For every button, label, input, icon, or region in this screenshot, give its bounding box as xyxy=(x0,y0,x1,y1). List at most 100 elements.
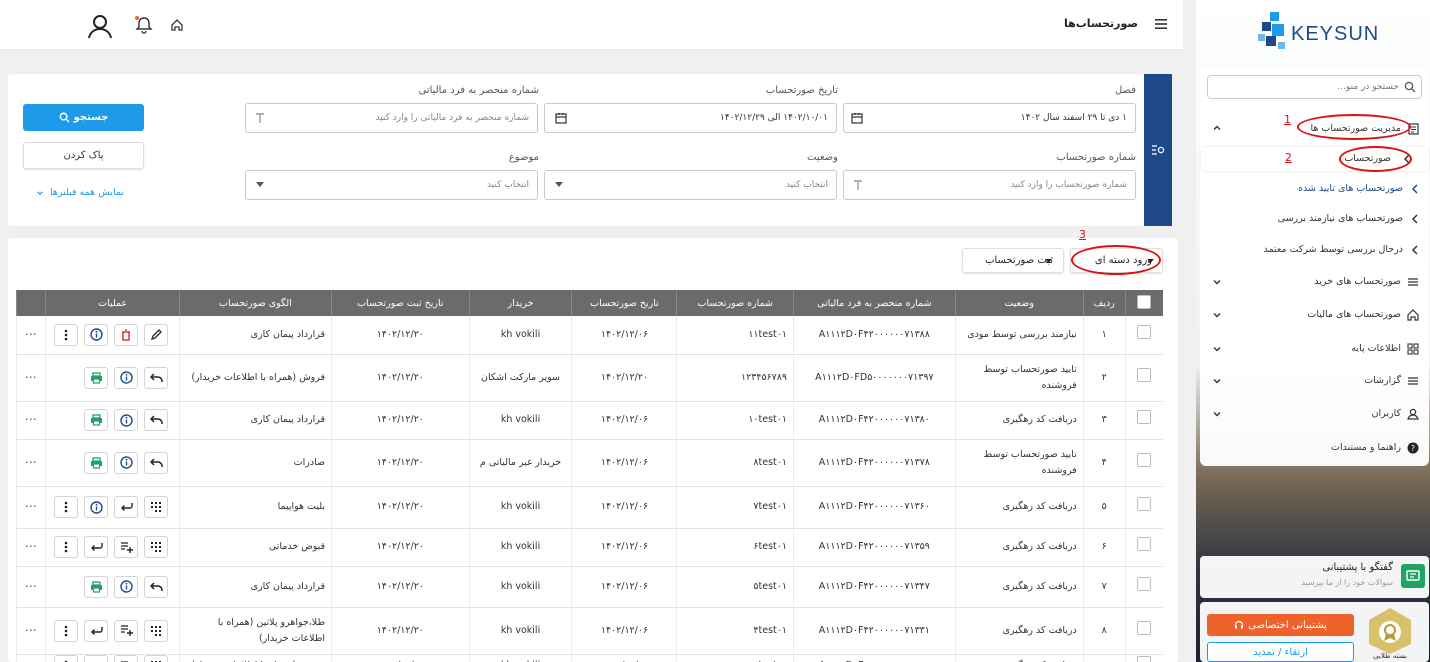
row-checkbox[interactable] xyxy=(1137,324,1152,339)
sidebar-item-base-info[interactable]: اطلاعات پایه xyxy=(1208,338,1423,360)
row-more-menu[interactable]: ⋯ xyxy=(15,439,46,487)
table-row[interactable]: ۴ تایید صورتحساب توسط فروشنده A۱۱۱۲D۰F۴۲۰۰… xyxy=(15,439,1163,487)
notification-bell-icon[interactable] xyxy=(134,15,154,35)
row-select-cell[interactable] xyxy=(1124,401,1163,440)
row-more-menu[interactable]: ⋯ xyxy=(15,566,46,608)
undo-button[interactable] xyxy=(144,409,169,431)
menu-search-input[interactable]: جستجو در منو... xyxy=(1207,75,1422,99)
sidebar-item-approved[interactable]: صورتحساب های تایید شده xyxy=(1208,178,1423,200)
undo-button[interactable] xyxy=(144,575,169,598)
table-row[interactable]: ۱ نیازمند بررسی توسط مودی A۱۱۱۲D۰F۴۲۰۰۰۰۰۰… xyxy=(15,316,1163,355)
qr-code-button[interactable] xyxy=(144,619,169,642)
row-checkbox[interactable] xyxy=(1137,576,1152,591)
sidebar-item-purchase-invoices[interactable]: صورتحساب های خرید xyxy=(1208,271,1423,293)
register-invoice-button[interactable]: ثبت صورتحساب xyxy=(962,248,1064,273)
row-checkbox[interactable] xyxy=(1137,452,1152,467)
more-vert-button[interactable] xyxy=(54,536,79,558)
info-button[interactable] xyxy=(84,496,109,518)
row-more-menu[interactable]: ⋯ xyxy=(15,654,46,662)
support-chat-card[interactable]: گفتگو با پشتیبانی سوالات خود را از ما بپ… xyxy=(1200,556,1429,598)
home-icon[interactable] xyxy=(170,18,184,32)
more-vert-button[interactable] xyxy=(54,496,79,518)
undo-button[interactable] xyxy=(144,451,169,474)
info-button[interactable] xyxy=(84,323,109,346)
date-range-input[interactable]: ۱۴۰۲/۱۰/۰۱ الی ۱۴۰۲/۱۲/۲۹ xyxy=(544,103,837,133)
sidebar-item-trusted-review[interactable]: درحال بررسی توسط شرکت معتمد xyxy=(1208,239,1423,261)
sidebar-item-reports[interactable]: گزارشات xyxy=(1208,370,1423,392)
table-row[interactable]: ۵ دریافت کد رهگیری A۱۱۱۲D۰F۴۲۰۰۰۰۰۰۷۱۳۶۰ ۷t… xyxy=(15,486,1163,529)
row-select-cell[interactable] xyxy=(1124,486,1163,529)
menu-toggle-icon[interactable] xyxy=(1154,17,1168,31)
row-select-cell[interactable] xyxy=(1124,607,1163,655)
table-row[interactable]: ۶ دریافت کد رهگیری A۱۱۱۲D۰F۴۲۰۰۰۰۰۰۷۱۳۵۹ ۶t… xyxy=(15,528,1163,567)
row-more-menu[interactable]: ⋯ xyxy=(15,607,46,655)
table-row[interactable]: ۸ دریافت کد رهگیری A۱۱۱۲D۰F۴۲۰۰۰۰۰۰۷۱۳۳۱ ۴t… xyxy=(15,607,1163,655)
row-select-cell[interactable] xyxy=(1124,439,1163,487)
undo-button[interactable] xyxy=(144,366,169,389)
empty-slot xyxy=(54,366,79,389)
row-checkbox[interactable] xyxy=(1137,410,1152,424)
season-select[interactable]: ۱ دی تا ۲۹ اسفند سال ۱۴۰۲ xyxy=(843,103,1136,133)
row-checkbox[interactable] xyxy=(1137,620,1152,635)
return-button[interactable] xyxy=(84,619,109,642)
row-select-cell[interactable] xyxy=(1124,528,1163,567)
select-all-checkbox[interactable] xyxy=(1137,294,1152,309)
show-all-filters-link[interactable]: نمایش همه فیلترها xyxy=(36,187,124,198)
edit-button[interactable] xyxy=(144,323,169,346)
row-more-menu[interactable]: ⋯ xyxy=(15,528,46,567)
print-button[interactable] xyxy=(84,451,109,474)
search-button[interactable]: جستجو xyxy=(23,104,144,131)
table-row[interactable]: ۹دریافت کد رهگیریA۱۱۱۲D۰F۴۲۰۰۰۰۰۰۷۱۳۲۲۳t… xyxy=(15,654,1163,662)
more-vert-button[interactable] xyxy=(54,655,79,662)
status-select[interactable]: انتخاب کنید xyxy=(544,170,837,200)
more-vert-button[interactable] xyxy=(54,619,79,642)
delete-button[interactable] xyxy=(114,323,139,346)
qr-code-button[interactable] xyxy=(144,655,169,662)
sidebar-item-users[interactable]: کاربران xyxy=(1208,403,1423,425)
table-row[interactable]: ۷ دریافت کد رهگیری A۱۱۱۲D۰F۴۲۰۰۰۰۰۰۷۱۳۴۷ ۵t… xyxy=(15,566,1163,608)
row-select-cell[interactable] xyxy=(1124,354,1163,402)
info-button[interactable] xyxy=(114,409,139,431)
table-row[interactable]: ۳ دریافت کد رهگیری A۱۱۱۲D۰F۴۲۰۰۰۰۰۰۷۱۳۸۰ ۱۰… xyxy=(15,401,1163,440)
row-checkbox[interactable] xyxy=(1137,367,1152,382)
user-icon[interactable] xyxy=(87,13,113,39)
row-more-menu[interactable]: ⋯ xyxy=(15,316,46,355)
filter-tab[interactable] xyxy=(1144,74,1172,226)
clear-button[interactable]: پاک کردن xyxy=(23,142,144,169)
return-button[interactable] xyxy=(114,496,139,518)
qr-code-button[interactable] xyxy=(144,496,169,518)
subject-select[interactable]: انتخاب کنید xyxy=(245,170,538,200)
add-document-button[interactable] xyxy=(114,536,139,558)
operations-cell xyxy=(45,354,180,402)
row-checkbox[interactable] xyxy=(1137,656,1152,662)
info-button[interactable] xyxy=(114,451,139,474)
add-document-button[interactable] xyxy=(114,655,139,662)
table-row[interactable]: ۲ تایید صورتحساب توسط فروشنده A۱۱۱۲D۰FD۵۰۰… xyxy=(15,354,1163,402)
premium-support-button[interactable]: پشتیبانی اختصاصی xyxy=(1207,614,1354,636)
upgrade-button[interactable]: ارتقاء / تمدید xyxy=(1207,642,1354,662)
row-more-menu[interactable]: ⋯ xyxy=(15,486,46,529)
sidebar-item-tax-invoices[interactable]: صورتحساب های مالیات xyxy=(1208,304,1423,326)
info-button[interactable] xyxy=(114,575,139,598)
more-vert-button[interactable] xyxy=(54,323,79,346)
return-button[interactable] xyxy=(84,655,109,662)
qr-code-button[interactable] xyxy=(144,536,169,558)
row-checkbox[interactable] xyxy=(1137,497,1152,511)
row-more-menu[interactable]: ⋯ xyxy=(15,354,46,402)
return-button[interactable] xyxy=(84,536,109,558)
sidebar-item-help[interactable]: ? راهنما و مستندات xyxy=(1208,437,1423,459)
row-more-menu[interactable]: ⋯ xyxy=(15,401,46,440)
row-select-cell[interactable] xyxy=(1124,654,1163,662)
print-button[interactable] xyxy=(84,409,109,431)
add-document-button[interactable] xyxy=(114,619,139,642)
header-select-all[interactable] xyxy=(1124,290,1163,316)
row-checkbox[interactable] xyxy=(1137,537,1152,551)
row-select-cell[interactable] xyxy=(1124,566,1163,608)
print-button[interactable] xyxy=(84,575,109,598)
tax-id-input[interactable]: شماره منحصر به فرد مالیاتی را وارد کنید xyxy=(245,103,538,133)
print-button[interactable] xyxy=(84,366,109,389)
row-select-cell[interactable] xyxy=(1124,316,1163,355)
info-button[interactable] xyxy=(114,366,139,389)
sidebar-item-needs-review[interactable]: صورتحساب های نیازمند بررسی xyxy=(1208,208,1423,230)
invoice-no-input[interactable]: شماره صورتحساب را وارد کنید xyxy=(843,170,1136,200)
